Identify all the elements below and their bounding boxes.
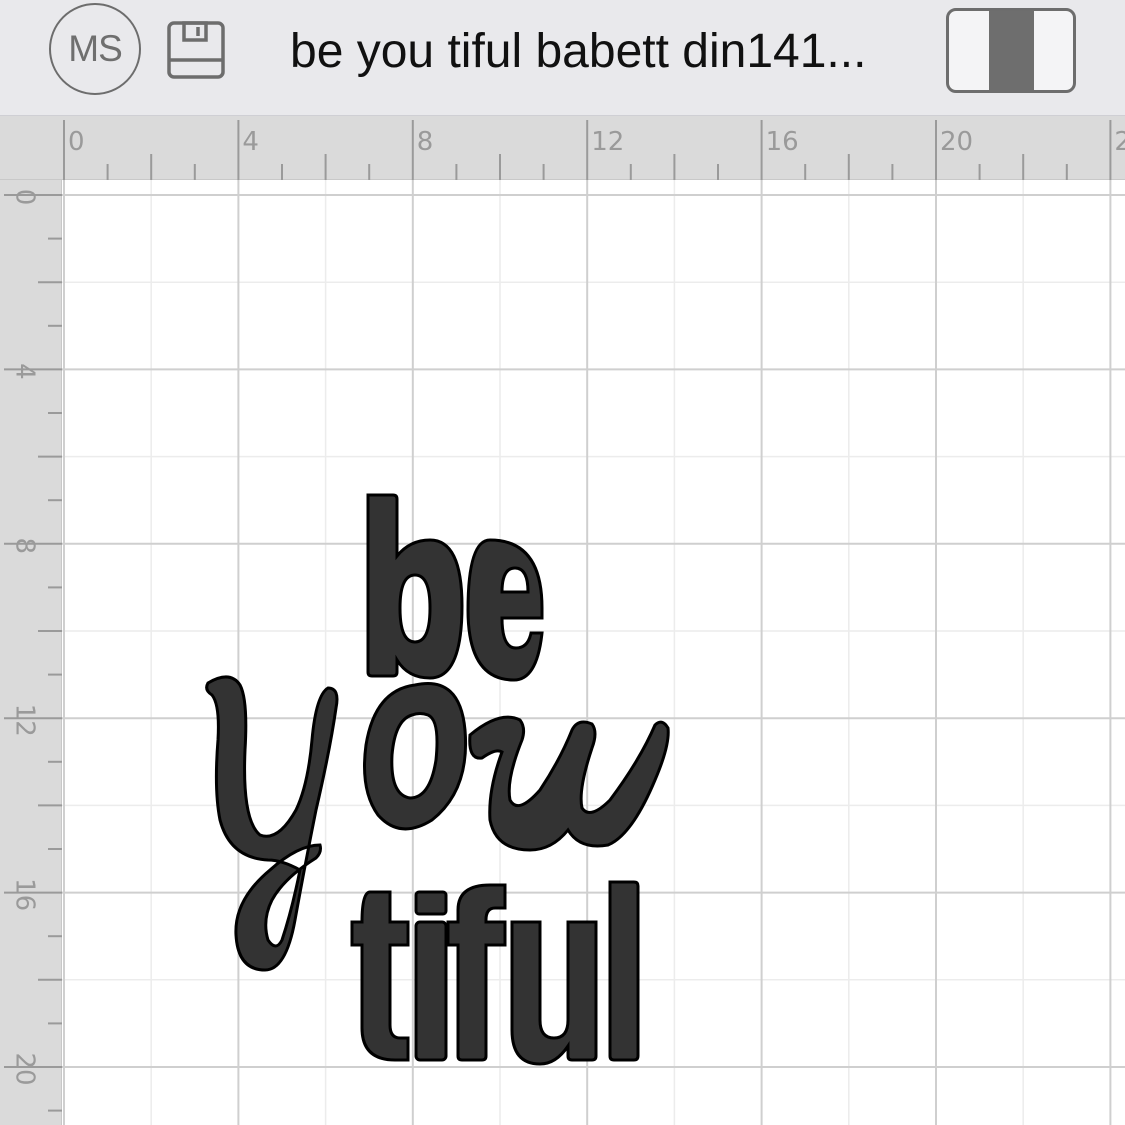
ruler-label: 12 bbox=[591, 127, 624, 157]
word-be[interactable] bbox=[366, 493, 544, 682]
vertical-ruler: 0 4 8 12 16 20 bbox=[0, 180, 62, 1125]
top-toolbar: MS be you tiful babett din141... bbox=[0, 0, 1125, 116]
ruler-label: 8 bbox=[10, 538, 40, 555]
ruler-label: 0 bbox=[10, 189, 40, 206]
ruler-label: 20 bbox=[940, 127, 973, 157]
text-design[interactable] bbox=[200, 490, 720, 1080]
ruler-label: 16 bbox=[766, 127, 799, 157]
ruler-label: 20 bbox=[10, 1052, 40, 1085]
document-title[interactable]: be you tiful babett din141... bbox=[290, 22, 866, 82]
save-button[interactable] bbox=[166, 20, 226, 80]
ruler-label: 0 bbox=[68, 127, 85, 157]
ruler-label: 24 bbox=[1114, 127, 1125, 157]
design-canvas[interactable] bbox=[62, 180, 1125, 1125]
word-tiful[interactable] bbox=[350, 880, 640, 1066]
floppy-disk-icon bbox=[167, 21, 225, 79]
toggle-panel-button[interactable] bbox=[946, 8, 1076, 93]
split-view-icon bbox=[989, 11, 1034, 90]
user-avatar[interactable]: MS bbox=[49, 3, 141, 95]
ruler-label: 4 bbox=[10, 363, 40, 380]
ruler-label: 8 bbox=[417, 127, 434, 157]
ruler-label: 16 bbox=[10, 878, 40, 911]
horizontal-ruler: 0 4 8 12 16 20 24 bbox=[0, 116, 1125, 180]
avatar-initials: MS bbox=[68, 28, 122, 69]
ruler-label: 4 bbox=[242, 127, 259, 157]
ruler-label: 12 bbox=[10, 704, 40, 737]
